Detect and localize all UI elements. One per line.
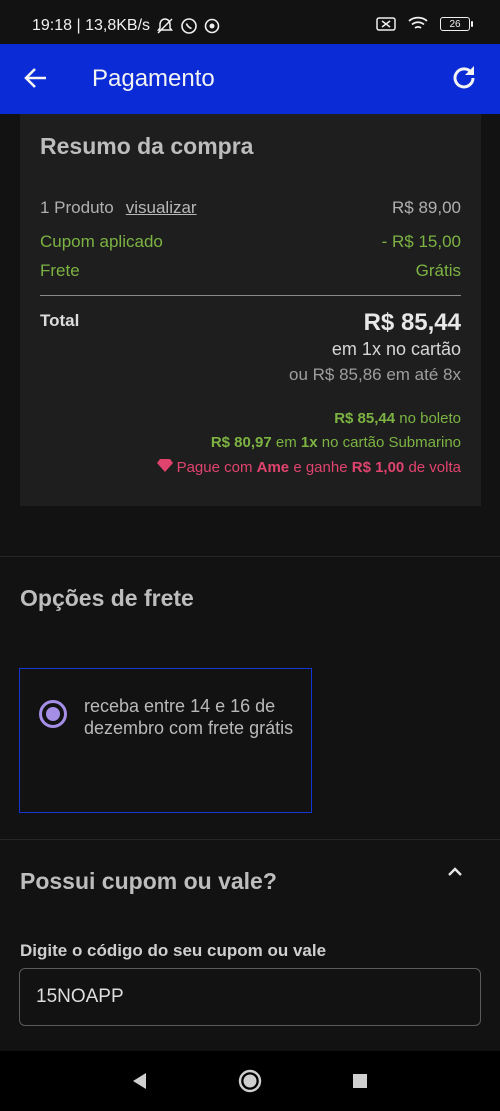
view-products-link[interactable]: visualizar [126, 198, 197, 217]
purchase-summary-card: Resumo da compra 1 Produto visualizar R$ … [20, 114, 481, 506]
nav-recents-icon[interactable] [348, 1069, 372, 1093]
shipping-options-title: Opções de frete [20, 585, 194, 611]
boleto-text: no boleto [399, 410, 461, 427]
status-time-speed: 19:18 | 13,8KB/s [32, 17, 151, 34]
summary-divider [40, 295, 461, 296]
system-nav-bar [0, 1051, 500, 1111]
coupon-row: Cupom aplicado - R$ 15,00 [40, 232, 461, 252]
card-em: em [275, 434, 297, 451]
chrome-icon [204, 18, 220, 34]
battery-icon: 26 [440, 17, 473, 31]
ame-prefix: Pague com [176, 459, 253, 476]
ame-suffix: de volta [408, 459, 461, 476]
card-value: R$ 80,97 [210, 434, 272, 451]
coupon-applied-label: Cupom aplicado [40, 232, 163, 251]
battery-level: 26 [449, 18, 461, 30]
product-count: 1 Produto [40, 198, 114, 217]
product-price: R$ 89,00 [392, 198, 461, 217]
installment-single: em 1x no cartão [331, 339, 461, 359]
diamond-icon [156, 459, 173, 476]
shipping-label: Frete [40, 261, 80, 280]
back-arrow-icon[interactable] [22, 64, 50, 92]
ame-mid: e ganhe [293, 459, 348, 476]
chevron-up-icon[interactable] [445, 862, 465, 882]
mute-bell-icon [156, 17, 174, 35]
nav-home-icon[interactable] [238, 1069, 262, 1093]
total-value: R$ 85,44 [363, 309, 461, 336]
product-row: 1 Produto visualizar R$ 89,00 [40, 198, 461, 218]
sim-off-icon [376, 16, 396, 32]
installment-multiple: ou R$ 85,86 em até 8x [288, 365, 461, 384]
ame-value: R$ 1,00 [351, 459, 405, 476]
section-separator [0, 839, 500, 840]
shipping-option[interactable]: receba entre 14 e 16 de dezembro com fre… [19, 668, 312, 813]
shipping-value: Grátis [415, 261, 461, 280]
whatsapp-icon [180, 17, 198, 35]
coupon-field-label: Digite o código do seu cupom ou vale [20, 941, 327, 960]
ame-brand: Ame [256, 459, 290, 476]
boleto-value: R$ 85,44 [334, 410, 396, 427]
submarino-card-price: R$ 80,97 em 1x no cartão Submarino [211, 434, 461, 451]
card-text: no cartão Submarino [321, 434, 461, 451]
shipping-row: Frete Grátis [40, 261, 461, 281]
page-title: Pagamento [92, 65, 215, 92]
nav-back-icon[interactable] [128, 1069, 152, 1093]
section-separator [0, 556, 500, 557]
shipping-radio-selected[interactable] [39, 700, 67, 728]
ame-cashback: Pague com Ame e ganhe R$ 1,00 de volta [156, 459, 461, 476]
status-bar: 19:18 | 13,8KB/s 26 [0, 0, 500, 44]
total-label: Total [40, 311, 80, 330]
coupon-discount: - R$ 15,00 [381, 232, 461, 251]
coupon-section-title: Possui cupom ou vale? [20, 868, 277, 894]
refresh-icon[interactable] [448, 62, 480, 94]
boleto-price: R$ 85,44 no boleto [334, 410, 461, 427]
wifi-icon [408, 16, 428, 32]
coupon-code-input[interactable] [19, 968, 481, 1026]
shipping-option-text: receba entre 14 e 16 de dezembro com fre… [84, 696, 294, 738]
app-bar: Pagamento [0, 44, 500, 114]
card-times: 1x [300, 434, 318, 451]
summary-title: Resumo da compra [40, 133, 254, 159]
